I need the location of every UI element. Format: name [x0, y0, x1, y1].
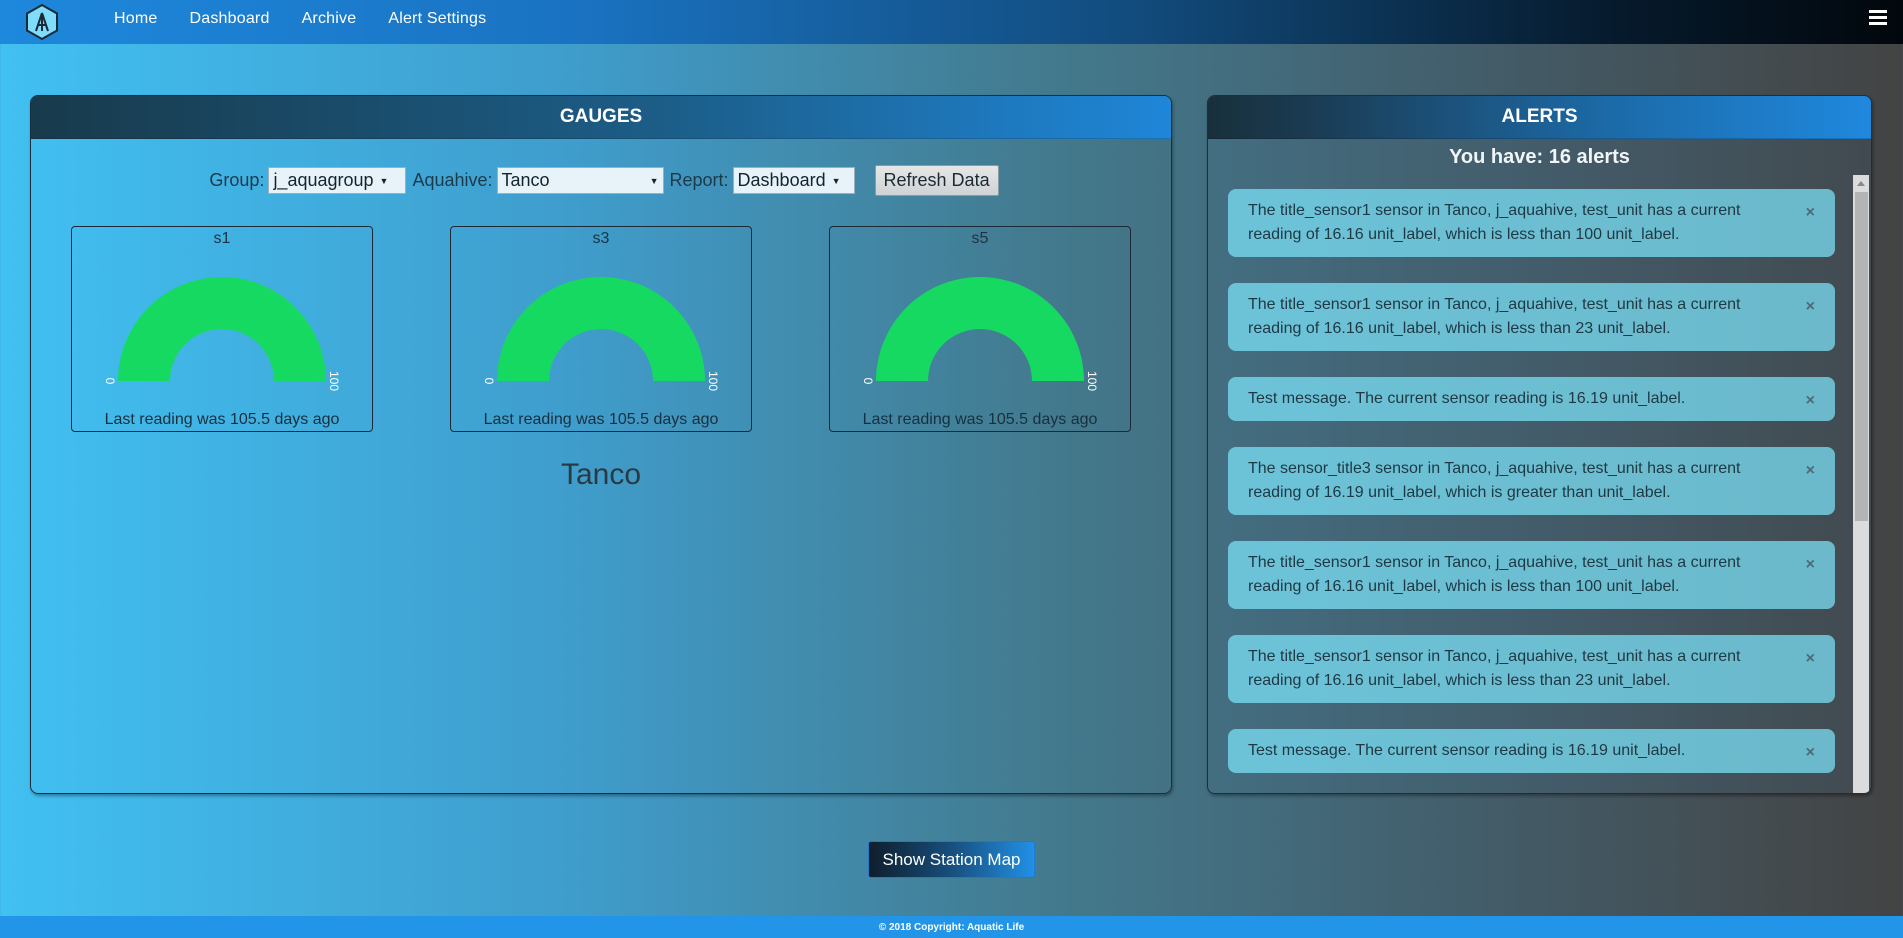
gauge-max-label: 100	[706, 371, 720, 391]
alert-item: The sensor_title3 sensor in Tanco, j_aqu…	[1228, 447, 1835, 515]
gauge-min-label: 0	[861, 378, 875, 385]
scrollbar-thumb[interactable]	[1855, 192, 1868, 521]
close-icon[interactable]: ×	[1806, 389, 1815, 413]
gauge-value-arc	[497, 277, 705, 381]
nav-link-alert-settings[interactable]: Alert Settings	[388, 10, 486, 28]
aquahive-label: Aquahive:	[412, 170, 493, 190]
refresh-data-button[interactable]: Refresh Data	[874, 165, 999, 196]
gauge-value-arc	[118, 277, 326, 381]
gauge-last-reading: Last reading was 105.5 days ago	[104, 411, 340, 428]
alert-text: Test message. The current sensor reading…	[1248, 742, 1686, 759]
nav-link-dashboard[interactable]: Dashboard	[189, 10, 269, 28]
alert-text: The sensor_title3 sensor in Tanco, j_aqu…	[1248, 460, 1741, 501]
gauge-chart: 0 100	[482, 277, 720, 391]
close-icon[interactable]: ×	[1806, 553, 1815, 577]
gauge-card: s1 0 100 Last reading was 105.5 days ago	[71, 226, 373, 432]
close-icon[interactable]: ×	[1806, 459, 1815, 483]
report-select[interactable]: Dashboard ▼	[732, 167, 855, 194]
alert-list[interactable]: The title_sensor1 sensor in Tanco, j_aqu…	[1208, 175, 1871, 793]
close-icon[interactable]: ×	[1806, 201, 1815, 225]
gauge-last-reading: Last reading was 105.5 days ago	[483, 411, 719, 428]
station-title: Tanco	[560, 458, 642, 491]
report-label: Report:	[669, 170, 729, 190]
group-select[interactable]: j_aquagroup ▼	[268, 167, 407, 194]
alert-item: The title_sensor1 sensor in Tanco, j_aqu…	[1228, 635, 1835, 703]
alert-text: The title_sensor1 sensor in Tanco, j_aqu…	[1248, 554, 1741, 595]
alert-item: Test message. The current sensor reading…	[1228, 377, 1835, 421]
alerts-panel-title: ALERTS	[1208, 96, 1871, 139]
gauge-chart: 0 100	[861, 277, 1099, 391]
gauge-max-label: 100	[327, 371, 341, 391]
gauges-panel-title: GAUGES	[31, 96, 1171, 139]
gauge-controls: Group: j_aquagroup ▼ Aquahive: Tanco ▼ R…	[31, 165, 1171, 196]
group-label: Group:	[209, 170, 265, 190]
gauge-min-label: 0	[103, 378, 117, 385]
alert-item: The title_sensor1 sensor in Tanco, j_aqu…	[1228, 283, 1835, 351]
gauge-last-reading: Last reading was 105.5 days ago	[862, 411, 1098, 428]
nav-links: Home Dashboard Archive Alert Settings	[114, 0, 518, 37]
aquahive-select-value: Tanco	[501, 170, 550, 190]
hexagon-antenna-logo-icon[interactable]	[24, 3, 60, 41]
chevron-down-icon: ▼	[649, 175, 659, 186]
alerts-body: You have: 16 alerts The title_sensor1 se…	[1208, 140, 1871, 793]
gauge-title: s1	[213, 230, 231, 247]
gauge-chart: 0 100	[103, 277, 341, 391]
hamburger-menu-icon[interactable]	[1869, 10, 1887, 26]
close-icon[interactable]: ×	[1806, 741, 1815, 765]
alerts-scrollbar[interactable]	[1853, 175, 1869, 793]
alert-item: Test message. The current sensor reading…	[1228, 729, 1835, 773]
gauge-min-label: 0	[482, 378, 496, 385]
alert-item: The title_sensor1 sensor in Tanco, j_aqu…	[1228, 541, 1835, 609]
group-select-value: j_aquagroup	[273, 170, 374, 190]
aquahive-select[interactable]: Tanco ▼	[496, 167, 664, 194]
top-navbar: Home Dashboard Archive Alert Settings	[0, 0, 1903, 44]
alert-count: You have: 16 alerts	[1449, 146, 1630, 168]
nav-link-archive[interactable]: Archive	[302, 10, 357, 28]
gauges-panel: GAUGES Group: j_aquagroup ▼ Aquahive: Ta…	[30, 95, 1172, 794]
gauge-card: s5 0 100 Last reading was 105.5 days ago	[829, 226, 1131, 432]
alert-text: The title_sensor1 sensor in Tanco, j_aqu…	[1248, 648, 1741, 689]
gauge-card: s3 0 100 Last reading was 105.5 days ago	[450, 226, 752, 432]
report-select-value: Dashboard	[737, 170, 826, 190]
gauge-max-label: 100	[1085, 371, 1099, 391]
alert-text: The title_sensor1 sensor in Tanco, j_aqu…	[1248, 202, 1741, 243]
show-station-map-button[interactable]: Show Station Map	[868, 841, 1035, 878]
gauge-value-arc	[876, 277, 1084, 381]
gauge-title: s3	[592, 230, 610, 247]
close-icon[interactable]: ×	[1806, 295, 1815, 319]
alert-item: The title_sensor1 sensor in Tanco, j_aqu…	[1228, 189, 1835, 257]
alert-text: The title_sensor1 sensor in Tanco, j_aqu…	[1248, 296, 1741, 337]
gauge-title: s5	[971, 230, 989, 247]
footer-copyright: © 2018 Copyright: Aquatic Life	[0, 916, 1903, 938]
close-icon[interactable]: ×	[1806, 647, 1815, 671]
nav-link-home[interactable]: Home	[114, 10, 157, 28]
alert-text: Test message. The current sensor reading…	[1248, 390, 1686, 407]
chevron-down-icon: ▼	[379, 175, 389, 186]
scroll-up-arrow-icon[interactable]	[1857, 181, 1865, 186]
alerts-panel: ALERTS You have: 16 alerts The title_sen…	[1207, 95, 1872, 794]
chevron-down-icon: ▼	[831, 175, 841, 186]
